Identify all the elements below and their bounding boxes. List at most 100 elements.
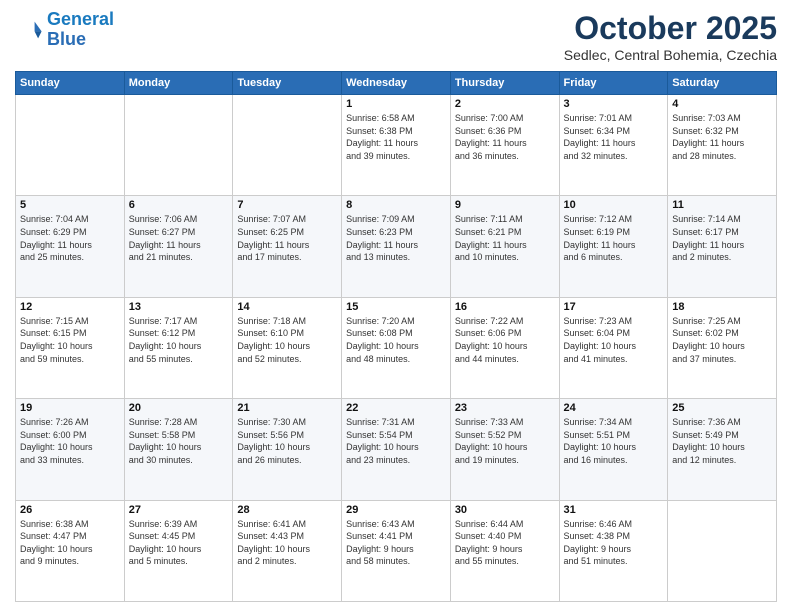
- day-info: Sunrise: 7:01 AM Sunset: 6:34 PM Dayligh…: [564, 112, 664, 162]
- day-info: Sunrise: 7:09 AM Sunset: 6:23 PM Dayligh…: [346, 213, 446, 263]
- day-info: Sunrise: 6:41 AM Sunset: 4:43 PM Dayligh…: [237, 518, 337, 568]
- day-number: 3: [564, 98, 664, 110]
- col-saturday: Saturday: [668, 72, 777, 95]
- calendar-week-1: 1Sunrise: 6:58 AM Sunset: 6:38 PM Daylig…: [16, 95, 777, 196]
- day-info: Sunrise: 7:00 AM Sunset: 6:36 PM Dayligh…: [455, 112, 555, 162]
- day-info: Sunrise: 7:03 AM Sunset: 6:32 PM Dayligh…: [672, 112, 772, 162]
- day-info: Sunrise: 7:18 AM Sunset: 6:10 PM Dayligh…: [237, 315, 337, 365]
- logo-text: General Blue: [47, 10, 114, 50]
- day-info: Sunrise: 6:44 AM Sunset: 4:40 PM Dayligh…: [455, 518, 555, 568]
- calendar-cell: 15Sunrise: 7:20 AM Sunset: 6:08 PM Dayli…: [342, 297, 451, 398]
- day-number: 21: [237, 402, 337, 414]
- day-number: 2: [455, 98, 555, 110]
- col-tuesday: Tuesday: [233, 72, 342, 95]
- calendar-cell: 27 Sunrise: 6:39 AM Sunset: 4:45 PM Dayli…: [124, 500, 233, 601]
- logo: General Blue: [15, 10, 114, 50]
- calendar-cell: 19 Sunrise: 7:26 AM Sunset: 6:00 PM Dayli…: [16, 399, 125, 500]
- day-number: 4: [672, 98, 772, 110]
- calendar-cell: 28 Sunrise: 6:41 AM Sunset: 4:43 PM Dayli…: [233, 500, 342, 601]
- logo-line2: Blue: [47, 29, 86, 49]
- col-thursday: Thursday: [450, 72, 559, 95]
- calendar-cell: 30 Sunrise: 6:44 AM Sunset: 4:40 PM Dayli…: [450, 500, 559, 601]
- day-number: 29: [346, 504, 446, 516]
- day-number: 20: [129, 402, 229, 414]
- logo-icon: [15, 16, 43, 44]
- calendar-cell: 7 Sunrise: 7:07 AM Sunset: 6:25 PM Daylig…: [233, 196, 342, 297]
- calendar-cell: 20Sunrise: 7:28 AM Sunset: 5:58 PM Dayli…: [124, 399, 233, 500]
- calendar-table: Sunday Monday Tuesday Wednesday Thursday…: [15, 71, 777, 602]
- day-number: 15: [346, 301, 446, 313]
- day-number: 19: [20, 402, 120, 414]
- calendar-cell: 14Sunrise: 7:18 AM Sunset: 6:10 PM Dayli…: [233, 297, 342, 398]
- calendar-cell: 25Sunrise: 7:36 AM Sunset: 5:49 PM Dayli…: [668, 399, 777, 500]
- calendar-cell: 11Sunrise: 7:14 AM Sunset: 6:17 PM Dayli…: [668, 196, 777, 297]
- col-sunday: Sunday: [16, 72, 125, 95]
- day-number: 8: [346, 199, 446, 211]
- day-number: 1: [346, 98, 446, 110]
- day-number: 30: [455, 504, 555, 516]
- day-number: 18: [672, 301, 772, 313]
- day-number: 31: [564, 504, 664, 516]
- location-title: Sedlec, Central Bohemia, Czechia: [564, 47, 777, 63]
- day-info: Sunrise: 7:30 AM Sunset: 5:56 PM Dayligh…: [237, 416, 337, 466]
- calendar-cell: 21 Sunrise: 7:30 AM Sunset: 5:56 PM Dayli…: [233, 399, 342, 500]
- day-info: Sunrise: 7:15 AM Sunset: 6:15 PM Dayligh…: [20, 315, 120, 365]
- day-info: Sunrise: 7:12 AM Sunset: 6:19 PM Dayligh…: [564, 213, 664, 263]
- month-title: October 2025: [564, 10, 777, 47]
- calendar-cell: 31 Sunrise: 6:46 AM Sunset: 4:38 PM Dayli…: [559, 500, 668, 601]
- calendar-cell: 13 Sunrise: 7:17 AM Sunset: 6:12 PM Dayli…: [124, 297, 233, 398]
- page: General Blue October 2025 Sedlec, Centra…: [0, 0, 792, 612]
- title-block: October 2025 Sedlec, Central Bohemia, Cz…: [564, 10, 777, 63]
- header: General Blue October 2025 Sedlec, Centra…: [15, 10, 777, 63]
- calendar-cell: [124, 95, 233, 196]
- calendar-cell: 18Sunrise: 7:25 AM Sunset: 6:02 PM Dayli…: [668, 297, 777, 398]
- calendar-cell: 16 Sunrise: 7:22 AM Sunset: 6:06 PM Dayli…: [450, 297, 559, 398]
- day-number: 23: [455, 402, 555, 414]
- calendar-cell: 5Sunrise: 7:04 AM Sunset: 6:29 PM Daylig…: [16, 196, 125, 297]
- day-info: Sunrise: 7:26 AM Sunset: 6:00 PM Dayligh…: [20, 416, 120, 466]
- day-number: 5: [20, 199, 120, 211]
- calendar-cell: 12 Sunrise: 7:15 AM Sunset: 6:15 PM Dayli…: [16, 297, 125, 398]
- day-number: 10: [564, 199, 664, 211]
- day-info: Sunrise: 7:31 AM Sunset: 5:54 PM Dayligh…: [346, 416, 446, 466]
- calendar-cell: [668, 500, 777, 601]
- calendar-week-2: 5Sunrise: 7:04 AM Sunset: 6:29 PM Daylig…: [16, 196, 777, 297]
- calendar-cell: 4 Sunrise: 7:03 AM Sunset: 6:32 PM Daylig…: [668, 95, 777, 196]
- day-info: Sunrise: 7:11 AM Sunset: 6:21 PM Dayligh…: [455, 213, 555, 263]
- day-info: Sunrise: 6:39 AM Sunset: 4:45 PM Dayligh…: [129, 518, 229, 568]
- calendar-cell: 2 Sunrise: 7:00 AM Sunset: 6:36 PM Daylig…: [450, 95, 559, 196]
- day-info: Sunrise: 6:38 AM Sunset: 4:47 PM Dayligh…: [20, 518, 120, 568]
- day-number: 22: [346, 402, 446, 414]
- day-info: Sunrise: 6:46 AM Sunset: 4:38 PM Dayligh…: [564, 518, 664, 568]
- calendar-cell: 24Sunrise: 7:34 AM Sunset: 5:51 PM Dayli…: [559, 399, 668, 500]
- calendar-cell: [233, 95, 342, 196]
- calendar-week-3: 12 Sunrise: 7:15 AM Sunset: 6:15 PM Dayli…: [16, 297, 777, 398]
- day-number: 9: [455, 199, 555, 211]
- day-number: 17: [564, 301, 664, 313]
- day-number: 6: [129, 199, 229, 211]
- day-number: 28: [237, 504, 337, 516]
- day-info: Sunrise: 7:22 AM Sunset: 6:06 PM Dayligh…: [455, 315, 555, 365]
- day-number: 7: [237, 199, 337, 211]
- day-info: Sunrise: 7:33 AM Sunset: 5:52 PM Dayligh…: [455, 416, 555, 466]
- calendar-cell: 8 Sunrise: 7:09 AM Sunset: 6:23 PM Daylig…: [342, 196, 451, 297]
- calendar-week-5: 26Sunrise: 6:38 AM Sunset: 4:47 PM Dayli…: [16, 500, 777, 601]
- col-wednesday: Wednesday: [342, 72, 451, 95]
- day-number: 12: [20, 301, 120, 313]
- day-info: Sunrise: 7:06 AM Sunset: 6:27 PM Dayligh…: [129, 213, 229, 263]
- logo-line1: General: [47, 9, 114, 29]
- calendar-cell: 17 Sunrise: 7:23 AM Sunset: 6:04 PM Dayli…: [559, 297, 668, 398]
- day-info: Sunrise: 7:36 AM Sunset: 5:49 PM Dayligh…: [672, 416, 772, 466]
- calendar-cell: 10 Sunrise: 7:12 AM Sunset: 6:19 PM Dayli…: [559, 196, 668, 297]
- day-number: 16: [455, 301, 555, 313]
- calendar-cell: 26Sunrise: 6:38 AM Sunset: 4:47 PM Dayli…: [16, 500, 125, 601]
- day-info: Sunrise: 7:23 AM Sunset: 6:04 PM Dayligh…: [564, 315, 664, 365]
- calendar-cell: 6 Sunrise: 7:06 AM Sunset: 6:27 PM Daylig…: [124, 196, 233, 297]
- day-info: Sunrise: 7:07 AM Sunset: 6:25 PM Dayligh…: [237, 213, 337, 263]
- day-info: Sunrise: 7:34 AM Sunset: 5:51 PM Dayligh…: [564, 416, 664, 466]
- day-info: Sunrise: 7:17 AM Sunset: 6:12 PM Dayligh…: [129, 315, 229, 365]
- day-number: 13: [129, 301, 229, 313]
- calendar-cell: 29Sunrise: 6:43 AM Sunset: 4:41 PM Dayli…: [342, 500, 451, 601]
- day-number: 27: [129, 504, 229, 516]
- col-monday: Monday: [124, 72, 233, 95]
